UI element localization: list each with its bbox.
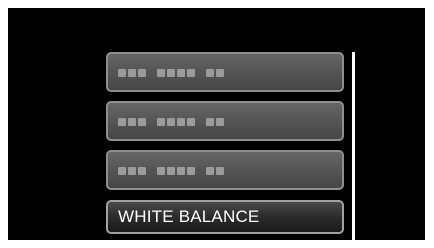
menu-item-2-placeholder-text xyxy=(118,111,235,131)
menu-item-3[interactable] xyxy=(106,150,344,190)
menu-item-1[interactable] xyxy=(106,52,344,92)
camera-menu-screen: WHITE BALANCE xyxy=(8,8,425,240)
menu-item-2[interactable] xyxy=(106,101,344,141)
menu-item-white-balance-label: WHITE BALANCE xyxy=(118,207,260,226)
menu-item-white-balance[interactable]: WHITE BALANCE xyxy=(106,200,344,234)
menu-item-3-placeholder-text xyxy=(118,160,235,180)
settings-menu: WHITE BALANCE xyxy=(8,8,425,240)
menu-item-1-placeholder-text xyxy=(118,62,235,82)
menu-scrollbar[interactable] xyxy=(352,52,355,240)
